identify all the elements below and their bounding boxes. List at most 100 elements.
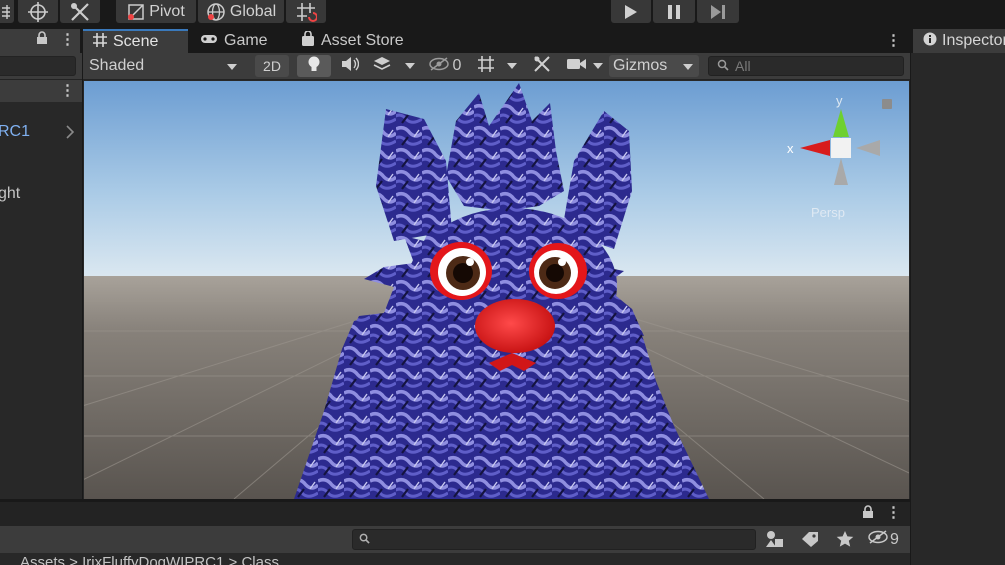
hierarchy-scene-header[interactable]: ⋮ xyxy=(0,80,82,102)
tab-asset-store[interactable]: Asset Store xyxy=(291,29,421,53)
grid-dropdown[interactable] xyxy=(501,55,523,77)
projection-label[interactable]: Persp xyxy=(811,205,845,220)
2d-toggle-button[interactable]: 2D xyxy=(255,55,289,77)
hierarchy-tabbar: ⋮ xyxy=(0,27,82,53)
global-label: Global xyxy=(229,2,277,20)
search-icon xyxy=(359,533,370,547)
right-eye xyxy=(529,243,587,299)
scene-menu-icon[interactable]: ⋮ xyxy=(60,81,75,99)
scene-tabbar: Scene Game Asset Store ⋮ xyxy=(83,27,910,53)
gizmos-label: Gizmos xyxy=(613,57,668,74)
shading-mode-value: Shaded xyxy=(89,57,145,74)
camera-icon xyxy=(567,57,587,75)
tab-game[interactable]: Game xyxy=(190,29,290,53)
lighting-toggle-button[interactable] xyxy=(297,55,331,77)
transform-tool-button[interactable] xyxy=(18,0,58,23)
globe-icon xyxy=(206,2,226,22)
custom-tool-button[interactable] xyxy=(60,0,100,23)
snap-increment-button[interactable] xyxy=(286,0,326,23)
eye-slash-icon xyxy=(868,530,888,549)
grid-icon xyxy=(93,32,107,52)
scene-search-input[interactable]: All xyxy=(708,56,904,76)
gizmo-y-label: y xyxy=(836,93,843,108)
lock-icon[interactable] xyxy=(36,31,48,49)
step-button[interactable] xyxy=(697,0,739,23)
grid-tool-button[interactable] xyxy=(0,0,14,23)
play-button[interactable] xyxy=(611,0,651,23)
tools-icon xyxy=(69,1,91,23)
hierarchy-item-light[interactable]: ght xyxy=(0,185,20,203)
project-breadcrumb[interactable]: Assets > IrixFluffyDogWIPRC1 > Class xyxy=(20,554,279,565)
effects-dropdown[interactable] xyxy=(399,55,421,77)
tab-scene-label: Scene xyxy=(113,33,159,50)
inspector-panel: Inspector xyxy=(911,27,1005,565)
project-lock-icon[interactable] xyxy=(862,505,874,523)
pivot-toggle[interactable]: Pivot xyxy=(116,0,196,23)
camera-dropdown[interactable] xyxy=(589,55,607,77)
hierarchy-panel: ⋮ ⋮ RC1 ght xyxy=(0,27,82,499)
caret-down-icon xyxy=(683,57,693,75)
pivot-label: Pivot xyxy=(149,2,185,20)
caret-down-icon xyxy=(227,57,237,75)
grid-visibility-button[interactable] xyxy=(471,55,501,77)
gamepad-icon xyxy=(200,32,218,50)
audio-toggle-button[interactable] xyxy=(333,55,367,77)
lightbulb-icon xyxy=(307,55,321,78)
pause-button[interactable] xyxy=(653,0,695,23)
project-menu-icon[interactable]: ⋮ xyxy=(886,503,901,521)
scene-panel: Scene Game Asset Store ⋮ Shaded 2D 0 Giz… xyxy=(83,27,910,499)
hidden-objects-toggle[interactable]: 0 xyxy=(423,55,467,77)
hierarchy-search-input[interactable] xyxy=(0,56,76,76)
project-tabbar: ⋮ xyxy=(0,500,910,526)
caret-down-icon xyxy=(405,60,415,72)
hidden-packages-count: 9 xyxy=(890,530,899,548)
inspector-tab-label: Inspector xyxy=(942,32,1005,49)
project-search-input[interactable] xyxy=(352,529,756,550)
hierarchy-menu-icon[interactable]: ⋮ xyxy=(60,30,75,48)
scene-tools-button[interactable] xyxy=(527,55,557,77)
snap-grid-icon xyxy=(295,1,317,23)
shading-mode-dropdown[interactable]: Shaded xyxy=(83,55,245,77)
main-toolbar: Pivot Global xyxy=(0,0,1005,27)
gizmo-lock-icon[interactable] xyxy=(882,99,892,109)
hierarchy-search-row xyxy=(0,53,82,80)
tab-asset-store-label: Asset Store xyxy=(321,32,404,49)
scene-camera-button[interactable] xyxy=(563,55,591,77)
hidden-packages-toggle[interactable]: 9 xyxy=(868,530,899,549)
left-eye xyxy=(430,242,492,300)
step-icon xyxy=(710,4,726,20)
gizmos-dropdown[interactable]: Gizmos xyxy=(609,55,699,77)
scene-tab-menu-icon[interactable]: ⋮ xyxy=(886,31,901,49)
grid-icon xyxy=(2,4,12,19)
global-toggle[interactable]: Global xyxy=(198,0,284,23)
speaker-icon xyxy=(341,56,360,77)
filter-by-type-icon[interactable] xyxy=(765,530,785,553)
caret-down-icon xyxy=(507,60,517,72)
chevron-right-icon[interactable] xyxy=(66,125,75,143)
eye-slash-icon xyxy=(428,56,449,76)
tab-game-label: Game xyxy=(224,32,268,49)
gizmo-x-label: x xyxy=(787,141,794,156)
hidden-objects-count: 0 xyxy=(452,57,462,74)
favorites-star-icon[interactable] xyxy=(836,530,854,553)
grid-snap-icon xyxy=(477,55,495,78)
scene-view-toolbar: Shaded 2D 0 Gizmos All xyxy=(83,53,910,80)
nose xyxy=(475,299,555,353)
caret-down-icon xyxy=(593,60,603,72)
search-icon xyxy=(717,58,729,74)
inspector-tabbar: Inspector xyxy=(911,27,1005,53)
filter-by-label-icon[interactable] xyxy=(801,531,819,552)
tab-scene[interactable]: Scene xyxy=(83,29,188,53)
project-toolbar: 9 xyxy=(0,526,910,553)
project-panel: ⋮ 9 Assets > IrixFluffyDogWIPRC1 > Class xyxy=(0,500,910,565)
bag-icon xyxy=(301,29,315,52)
scene-viewport[interactable]: y x Persp xyxy=(84,81,909,499)
effects-toggle-button[interactable] xyxy=(367,55,397,77)
play-icon xyxy=(624,4,638,20)
tab-inspector[interactable]: Inspector xyxy=(913,29,1005,53)
hierarchy-item-rc1[interactable]: RC1 xyxy=(0,123,30,141)
project-tab-strip xyxy=(0,502,910,526)
layers-icon xyxy=(373,56,391,77)
tools-icon xyxy=(533,55,551,78)
info-icon xyxy=(923,32,937,51)
